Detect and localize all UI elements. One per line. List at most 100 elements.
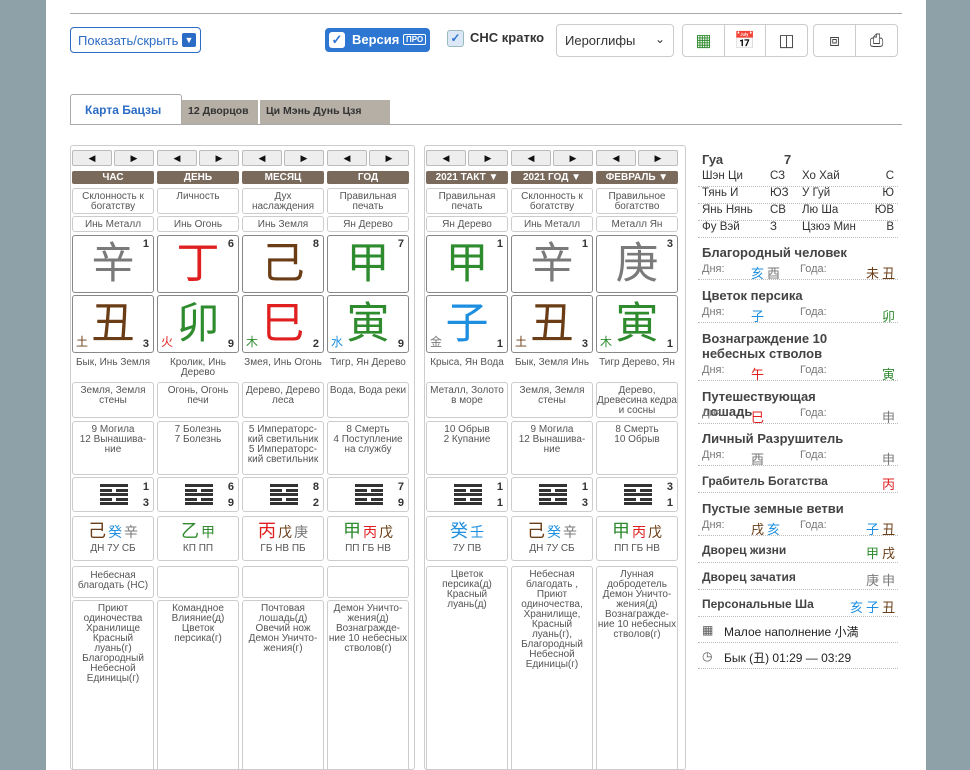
calendar-button[interactable]: 📅 — [724, 24, 766, 57]
hieroglyph: 申 — [881, 410, 895, 425]
pillar-header[interactable]: 2021 ТАКТ ▼ — [426, 171, 508, 184]
print-icon: ⎙ — [869, 31, 884, 50]
show-hide-label: Показать/скрыть — [78, 33, 179, 48]
direction-name: Фу Вэй — [702, 221, 740, 233]
pillar-header[interactable]: ДЕНЬ — [157, 171, 239, 184]
direction-value: ЮВ — [874, 204, 894, 216]
hour-row: ◷ Бык (丑) 01:29 — 03:29 — [698, 649, 898, 669]
day-branches: 巳 — [748, 407, 764, 426]
hidden-stem-gods: ПП ГБ НВ — [614, 543, 660, 554]
hexagram-lines-icon — [270, 484, 298, 507]
stage-2: 4 Поступление на службу — [333, 434, 403, 455]
hidden-stem: 戊 — [648, 524, 662, 540]
earthly-branch: 寅水9 — [327, 295, 409, 353]
hidden-stems: 乙甲 КП ПП — [157, 516, 239, 561]
next-arrow-icon[interactable]: ▶ — [638, 150, 678, 166]
direction-name: Лю Ша — [802, 204, 839, 216]
hieroglyph: 卯 — [881, 309, 895, 324]
year-branches: 寅 — [879, 364, 895, 383]
pillar-nav: ◀ ▶ — [242, 150, 324, 166]
stem-hieroglyph: 甲 — [346, 240, 390, 288]
prev-arrow-icon[interactable]: ◀ — [426, 150, 466, 166]
hieroglyph: 子 — [865, 522, 879, 537]
hieroglyph: 酉 — [767, 266, 781, 281]
pillar-nav: ◀ ▶ — [327, 150, 409, 166]
pillar-header[interactable]: ЧАС — [72, 171, 154, 184]
direction-name: У Гуй — [802, 187, 831, 199]
script-select[interactable]: Иероглифы ⌄ — [556, 24, 674, 57]
branch-number: 9 — [227, 338, 234, 350]
direction-name: Цзюэ Мин — [802, 221, 856, 233]
hidden-stem: 甲 — [201, 524, 215, 540]
next-arrow-icon[interactable]: ▶ — [284, 150, 324, 166]
stage-2: 12 Вынашива-ние — [79, 434, 147, 455]
pillar-header[interactable]: 2021 ГОД ▼ — [511, 171, 593, 184]
cns-short-checkbox[interactable]: ✓ СНС кратко — [447, 30, 544, 48]
life-stages: 10 Обрыв 2 Купание — [426, 421, 508, 475]
pillar-header[interactable]: МЕСЯЦ — [242, 171, 324, 184]
branch-animal: Кролик, Инь Дерево — [169, 357, 226, 378]
life-stages: 8 Смерть 4 Поступление на службу — [327, 421, 409, 475]
hieroglyph: 甲 — [865, 546, 879, 561]
hidden-stem: 丙 — [632, 524, 646, 540]
hieroglyph: 子 — [865, 600, 879, 615]
prev-arrow-icon[interactable]: ◀ — [72, 150, 112, 166]
year-branches: 申 — [879, 449, 895, 468]
pillar-header[interactable]: ФЕВРАЛЬ ▼ — [596, 171, 678, 184]
hexagram-bottom-number: 3 — [581, 497, 588, 509]
stage-2: 10 Обрыв — [614, 434, 660, 445]
prev-arrow-icon[interactable]: ◀ — [511, 150, 551, 166]
symbolic-stars: Приют одиночества Хранилище Красный луан… — [72, 600, 154, 770]
hexagram: 31 — [596, 477, 678, 512]
hidden-stem-gods: ГБ НВ ПБ — [260, 543, 306, 554]
direction-value: З — [770, 221, 777, 233]
prev-arrow-icon[interactable]: ◀ — [596, 150, 636, 166]
direction-value: СВ — [770, 204, 786, 216]
branch-animal: Бык, Земля Инь — [514, 357, 590, 368]
prev-arrow-icon[interactable]: ◀ — [327, 150, 367, 166]
stem-yinyang: Инь Металл — [511, 216, 593, 232]
version-pro-toggle[interactable]: ✓ Версия ПРО — [325, 28, 430, 52]
next-arrow-icon[interactable]: ▶ — [369, 150, 409, 166]
life-stages: 9 Могила 12 Вынашива-ние — [72, 421, 154, 475]
prev-arrow-icon[interactable]: ◀ — [157, 150, 197, 166]
heavenly-stem: 甲7 — [327, 235, 409, 293]
table-button[interactable]: ◫ — [765, 24, 808, 57]
day-label: Дня: — [702, 263, 725, 275]
next-arrow-icon[interactable]: ▶ — [114, 150, 154, 166]
day-label: Дня: — [702, 364, 725, 376]
next-arrow-icon[interactable]: ▶ — [553, 150, 593, 166]
print-button[interactable]: ⎙ — [855, 24, 898, 57]
prev-arrow-icon[interactable]: ◀ — [242, 150, 282, 166]
tab-12-palaces[interactable]: 12 Дворцов — [182, 100, 258, 125]
hidden-stem: 甲 — [343, 521, 361, 541]
next-arrow-icon[interactable]: ▶ — [199, 150, 239, 166]
symbolic-star-a — [157, 566, 239, 598]
life-stages: 9 Могила 12 Вынашива-ние — [511, 421, 593, 475]
hidden-stems: 己癸辛 ДН 7У СБ — [72, 516, 154, 561]
branch-number: 1 — [496, 338, 503, 350]
stage-2: 5 Императорс-кий светильник — [247, 444, 319, 465]
hidden-stem-gods: ДН 7У СБ — [90, 543, 136, 554]
hidden-stem: 壬 — [470, 524, 484, 540]
gua-direction-row: Шэн Ци СЗ Хо Хай С — [698, 170, 898, 187]
pillar-header[interactable]: ГОД — [327, 171, 409, 184]
hidden-stems: 甲丙戊 ПП ГБ НВ — [596, 516, 678, 561]
earthly-branch: 巳木2 — [242, 295, 324, 353]
stage-1: 5 Императорс-кий светильник — [247, 424, 319, 445]
layout-grid-button[interactable]: ▦ — [682, 24, 725, 57]
branch-animal: Бык, Инь Земля — [75, 357, 151, 368]
share-button[interactable]: ⧈ — [813, 24, 856, 57]
tab-bazi-chart[interactable]: Карта Бацзы — [70, 94, 182, 125]
hieroglyph: 子 — [751, 309, 765, 324]
ten-god-star: Правильная печать — [426, 188, 508, 214]
show-hide-button[interactable]: Показать/скрыть ▼ — [70, 27, 201, 53]
heavenly-stem: 甲1 — [426, 235, 508, 293]
next-arrow-icon[interactable]: ▶ — [468, 150, 508, 166]
hexagram-bottom-number: 9 — [227, 497, 234, 509]
branch-animal: Змея, Инь Огонь — [244, 357, 322, 368]
stem-number: 1 — [581, 238, 588, 250]
ten-god-star: Склонность к богатству — [511, 188, 593, 214]
tab-qimen[interactable]: Ци Мэнь Дунь Цзя — [260, 100, 390, 125]
chevron-down-icon: ⌄ — [654, 32, 665, 46]
